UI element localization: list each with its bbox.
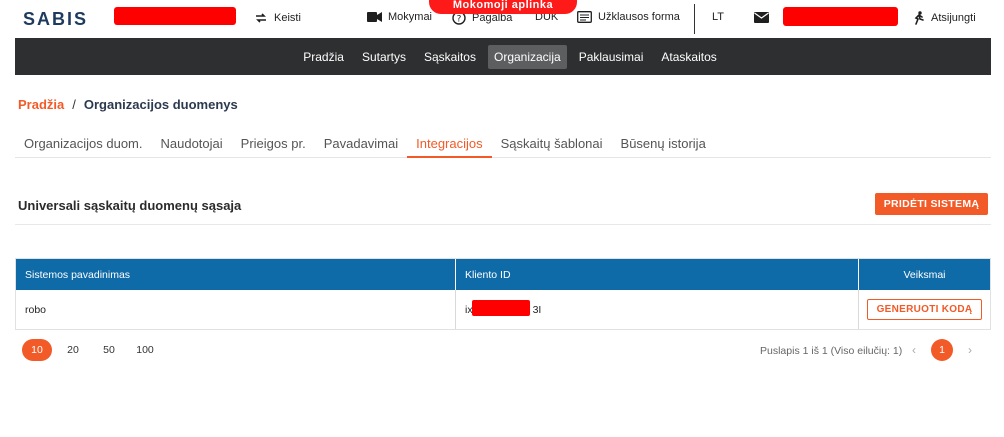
request-form-link[interactable]: Užklausos forma (577, 11, 680, 23)
section-divider (15, 224, 991, 225)
next-page-button[interactable]: › (961, 339, 979, 361)
environment-badge: Mokomoji aplinka (429, 0, 577, 14)
form-list-icon (577, 11, 592, 23)
redacted-organization-name (114, 7, 236, 25)
nav-item-reports[interactable]: Ataskaitos (655, 45, 722, 69)
envelope-icon (754, 12, 769, 23)
tab-organization-data[interactable]: Organizacijos duom. (15, 130, 152, 158)
running-person-icon (914, 11, 924, 25)
column-header-actions: Veiksmai (903, 268, 946, 281)
breadcrumb-current: Organizacijos duomenys (83, 97, 238, 112)
add-system-button[interactable]: PRIDĖTI SISTEMĄ (875, 193, 988, 215)
page-size-100[interactable]: 100 (130, 339, 160, 361)
table-header: Sistemos pavadinimas Kliento ID Veiksmai (16, 259, 990, 290)
page-number-button[interactable]: 1 (931, 339, 953, 361)
tab-users[interactable]: Naudotojai (152, 130, 232, 158)
nav-item-organization[interactable]: Organizacija (487, 44, 567, 69)
swap-icon (256, 13, 266, 23)
breadcrumb-separator: / (72, 97, 76, 112)
nav-item-invoices[interactable]: Sąskaitos (418, 45, 482, 69)
tab-status-history[interactable]: Būsenų istorija (612, 130, 715, 158)
tab-invoice-templates[interactable]: Sąskaitų šablonai (492, 130, 612, 158)
breadcrumb-home-link[interactable]: Pradžia (18, 97, 64, 112)
main-navigation: Pradžia Sutartys Sąskaitos Organizacija … (15, 38, 991, 75)
page-size-20[interactable]: 20 (58, 339, 88, 361)
tab-access-rights[interactable]: Prieigos pr. (232, 130, 315, 158)
client-id-suffix: 3I (532, 303, 542, 316)
cell-system-name: robo (16, 290, 456, 329)
switch-button[interactable]: Keisti (254, 11, 301, 25)
top-bar: SABIS Keisti Mokymai ? Pagalba DUK Užkla… (0, 0, 1004, 38)
messages-button[interactable] (754, 12, 769, 23)
integrations-table: Sistemos pavadinimas Kliento ID Veiksmai… (15, 258, 991, 330)
sabis-logo[interactable]: SABIS (23, 9, 88, 30)
nav-item-home[interactable]: Pradžia (297, 45, 350, 69)
training-link[interactable]: Mokymai (367, 11, 432, 23)
previous-page-button[interactable]: ‹ (905, 339, 923, 361)
language-label: LT (712, 11, 725, 23)
pagination-info: Puslapis 1 iš 1 (Viso eilučių: 1) (760, 345, 903, 357)
page-size-selector: 10 20 50 100 (22, 339, 160, 361)
section-title: Universali sąskaitų duomenų sąsaja (18, 198, 242, 213)
generate-code-button[interactable]: GENERUOTI KODĄ (867, 299, 982, 320)
redacted-client-id (472, 300, 530, 316)
training-label: Mokymai (388, 11, 433, 23)
page-size-10[interactable]: 10 (22, 339, 52, 361)
logout-label: Atsijungti (931, 12, 976, 24)
tab-substitutions[interactable]: Pavadavimai (315, 130, 407, 158)
organization-tabs: Organizacijos duom. Naudotojai Prieigos … (15, 130, 991, 158)
breadcrumb: Pradžia / Organizacijos duomenys (18, 97, 238, 112)
column-header-client-id[interactable]: Kliento ID (456, 259, 859, 290)
request-form-label: Užklausos forma (598, 11, 680, 23)
nav-item-inquiries[interactable]: Paklausimai (573, 45, 650, 69)
language-switch[interactable]: LT (712, 11, 724, 23)
logout-button[interactable]: Atsijungti (912, 11, 976, 25)
video-camera-icon (367, 12, 382, 22)
cell-actions: GENERUOTI KODĄ (859, 290, 990, 329)
svg-text:?: ? (457, 15, 462, 25)
switch-label: Keisti (274, 12, 301, 24)
topbar-divider (694, 4, 695, 34)
redacted-user-name (783, 7, 898, 26)
page-size-50[interactable]: 50 (94, 339, 124, 361)
pagination-controls: ‹ 1 › (905, 339, 979, 361)
tab-integrations[interactable]: Integracijos (407, 130, 492, 158)
nav-item-contracts[interactable]: Sutartys (356, 45, 412, 69)
column-header-system-name[interactable]: Sistemos pavadinimas (16, 259, 456, 290)
